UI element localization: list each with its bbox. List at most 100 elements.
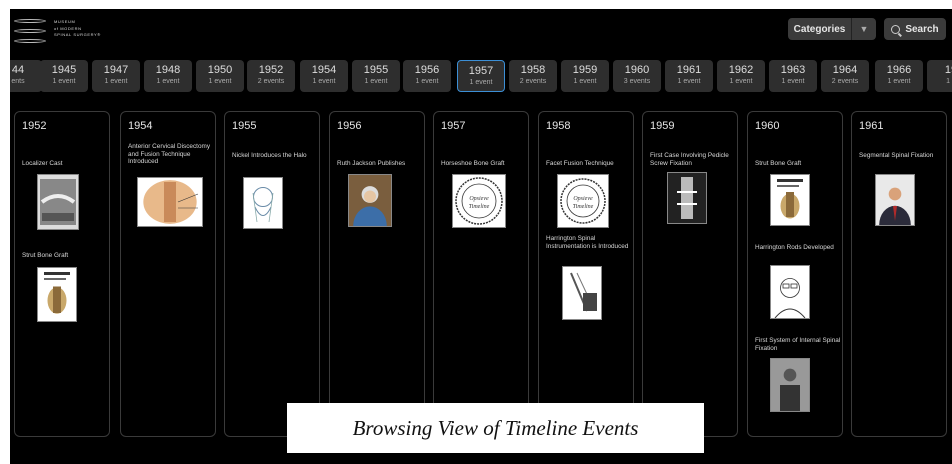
year-tab-year: 1945 <box>51 64 77 76</box>
year-tab-count: 1 event <box>781 78 805 85</box>
event-thumbnail[interactable] <box>37 174 79 230</box>
year-strip[interactable]: 44 ents 1945 1 event 1947 1 event 1948 1 event 1… <box>10 56 952 96</box>
event-item[interactable]: Harrington Spinal Instrumentation is Int… <box>546 235 632 250</box>
event-item[interactable]: Nickel Introduces the Halo <box>232 152 318 160</box>
year-tab-44[interactable]: 44 ents <box>10 60 42 92</box>
year-tab-count: 1 event <box>573 78 597 85</box>
event-thumbnail[interactable] <box>770 358 810 412</box>
year-tab-1966[interactable]: 1966 1 event <box>875 60 923 92</box>
event-thumbnail[interactable]: Opsieve Timeline <box>452 174 506 228</box>
year-tab-count: 1 event <box>887 78 911 85</box>
event-item[interactable]: Horseshoe Bone Graft <box>441 160 527 168</box>
event-thumbnail[interactable] <box>770 174 810 226</box>
event-thumbnail[interactable] <box>770 265 810 319</box>
event-thumbnail[interactable] <box>243 177 283 229</box>
event-thumbnail[interactable] <box>875 174 915 226</box>
event-item[interactable]: First System of Internal Spinal Fixation <box>755 337 841 352</box>
event-item[interactable]: First Case Involving Pedicle Screw Fixat… <box>650 152 736 167</box>
column-year: 1957 <box>441 120 466 132</box>
year-tab-1950[interactable]: 1950 1 event <box>196 60 244 92</box>
logo-mark-icon <box>14 19 46 49</box>
year-tab-1960[interactable]: 1960 3 events <box>613 60 661 92</box>
event-title: Segmental Spinal Fixation <box>859 152 934 159</box>
event-thumbnail[interactable] <box>348 174 392 227</box>
year-tab-year: 1958 <box>520 64 546 76</box>
timeline-column-1952: 1952 Localizer Cast Strut Bone Graft <box>14 111 110 437</box>
event-item[interactable]: Strut Bone Graft <box>22 252 108 260</box>
year-tab-count: 1 event <box>364 78 388 85</box>
year-tab-1961[interactable]: 1961 1 event <box>665 60 713 92</box>
year-tab-year: 44 <box>11 64 25 76</box>
timeline-column-1961: 1961 Segmental Spinal Fixation <box>851 111 947 437</box>
event-item[interactable]: Segmental Spinal Fixation <box>859 152 945 160</box>
year-tab-count: 2 events <box>257 78 285 85</box>
year-tab-1954[interactable]: 1954 1 event <box>300 60 348 92</box>
year-tab-1959[interactable]: 1959 1 event <box>561 60 609 92</box>
year-tab-1963[interactable]: 1963 1 event <box>769 60 817 92</box>
event-thumbnail[interactable] <box>37 267 77 322</box>
column-year: 1954 <box>128 120 153 132</box>
categories-label: Categories <box>793 23 846 35</box>
year-tab-1955[interactable]: 1955 1 event <box>352 60 400 92</box>
year-tab-1964[interactable]: 1964 2 events <box>821 60 869 92</box>
event-thumbnail[interactable] <box>137 177 203 227</box>
column-year: 1959 <box>650 120 675 132</box>
timeline-column-1960: 1960 Strut Bone Graft Harrington Rods Deve… <box>747 111 843 437</box>
year-tab-19[interactable]: 191 e <box>927 60 952 92</box>
categories-dropdown[interactable]: Categories ▼ <box>788 18 876 40</box>
event-title: Ruth Jackson Publishes <box>337 160 406 167</box>
event-title: Facet Fusion Technique <box>546 160 614 167</box>
year-tab-year: 1962 <box>728 64 754 76</box>
chevron-down-icon[interactable]: ▼ <box>852 24 876 34</box>
year-tab-1956[interactable]: 1956 1 event <box>403 60 451 92</box>
year-tab-count: 2 events <box>519 78 547 85</box>
seal-text: Timeline <box>469 204 490 210</box>
year-tab-count: 1 event <box>208 78 232 85</box>
year-tab-year: 1952 <box>258 64 284 76</box>
timeline-column-1954: 1954 Anterior Cervical Discectomy and Fus… <box>120 111 216 437</box>
event-thumbnail[interactable] <box>667 172 707 224</box>
year-tab-1958[interactable]: 1958 2 events <box>509 60 557 92</box>
year-tab-count: 1 event <box>729 78 753 85</box>
timeline-column-1957: 1957 Horseshoe Bone Graft Opsieve Timeline <box>433 111 529 437</box>
column-year: 1958 <box>546 120 571 132</box>
year-tab-1957[interactable]: 1957 1 event <box>457 60 505 92</box>
search-button[interactable]: Search <box>884 18 946 40</box>
year-tab-count: 2 events <box>831 78 859 85</box>
year-tab-1945[interactable]: 1945 1 event <box>40 60 88 92</box>
event-item[interactable]: Facet Fusion Technique <box>546 160 632 168</box>
timeline-column-1958: 1958 Facet Fusion Technique Opsieve Timelin… <box>538 111 634 437</box>
timeline-app: MUSEUM of MODERN SPINAL SURGERY® Categor… <box>10 9 952 464</box>
event-item[interactable]: Ruth Jackson Publishes <box>337 160 423 168</box>
year-tab-year: 1957 <box>468 65 494 77</box>
year-tab-count: 1 event <box>415 78 439 85</box>
search-label: Search <box>905 23 939 35</box>
event-title: Strut Bone Graft <box>22 252 69 259</box>
museum-logo[interactable]: MUSEUM of MODERN SPINAL SURGERY® <box>14 15 114 53</box>
event-thumbnail[interactable]: Opsieve Timeline <box>557 174 609 228</box>
year-tab-year: 1966 <box>886 64 912 76</box>
event-title: Nickel Introduces the Halo <box>232 152 307 159</box>
column-year: 1961 <box>859 120 884 132</box>
event-title: Anterior Cervical Discectomy and Fusion … <box>128 143 211 166</box>
year-tab-1952[interactable]: 1952 2 events <box>247 60 295 92</box>
column-year: 1956 <box>337 120 362 132</box>
column-year: 1960 <box>755 120 780 132</box>
year-tab-count: 1 event <box>312 78 336 85</box>
seal-text: Opsieve <box>573 196 593 202</box>
seal-text: Timeline <box>573 204 594 210</box>
year-tab-1947[interactable]: 1947 1 event <box>92 60 140 92</box>
event-item[interactable]: Localizer Cast <box>22 160 108 168</box>
event-item[interactable]: Strut Bone Graft <box>755 160 841 168</box>
year-tab-year: 19 <box>944 64 952 76</box>
year-tab-year: 1963 <box>780 64 806 76</box>
event-thumbnail[interactable] <box>562 266 602 320</box>
year-tab-1962[interactable]: 1962 1 event <box>717 60 765 92</box>
event-item[interactable]: Anterior Cervical Discectomy and Fusion … <box>128 143 214 166</box>
year-tab-year: 1956 <box>414 64 440 76</box>
timeline-column-1959: 1959 First Case Involving Pedicle Screw F… <box>642 111 738 437</box>
year-tab-year: 1950 <box>207 64 233 76</box>
year-tab-1948[interactable]: 1948 1 event <box>144 60 192 92</box>
event-item[interactable]: Harrington Rods Developed <box>755 244 841 252</box>
year-tab-count: 1 event <box>677 78 701 85</box>
